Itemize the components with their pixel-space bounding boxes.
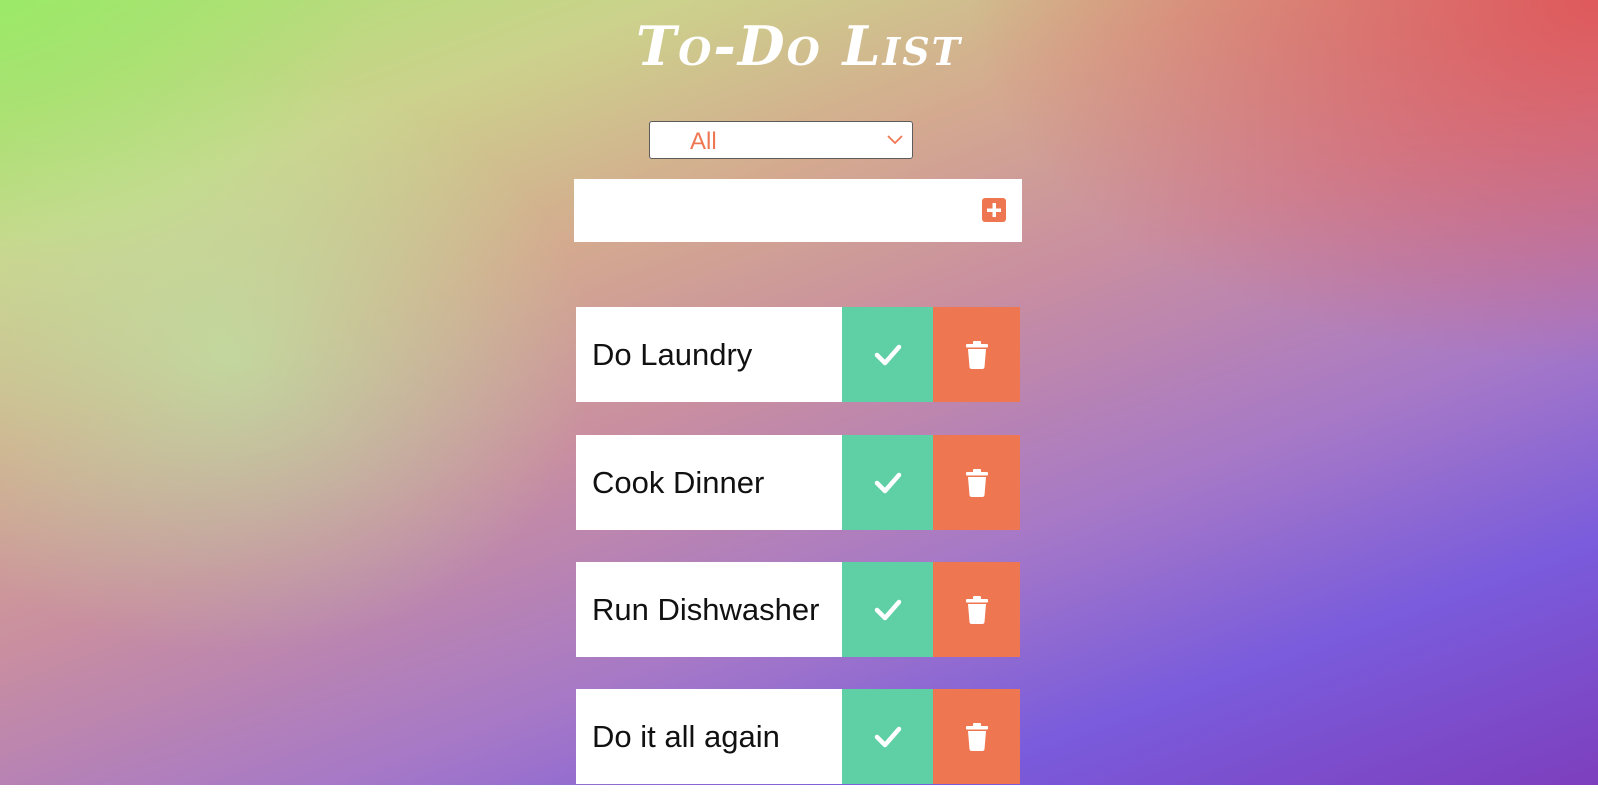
todo-text: Do Laundry xyxy=(576,307,842,402)
todo-text: Run Dishwasher xyxy=(576,562,842,657)
trash-icon xyxy=(965,595,988,624)
new-todo-form xyxy=(574,179,1022,242)
check-icon xyxy=(874,472,901,493)
todo-item: Do Laundry xyxy=(576,307,1020,402)
filter-selected-value: All xyxy=(690,128,717,155)
todo-item: Run Dishwasher xyxy=(576,562,1020,657)
check-icon xyxy=(874,344,901,365)
delete-button[interactable] xyxy=(933,562,1020,657)
check-icon xyxy=(874,599,901,620)
todo-text: Cook Dinner xyxy=(576,435,842,530)
complete-button[interactable] xyxy=(842,562,933,657)
complete-button[interactable] xyxy=(842,435,933,530)
page-title: To-Do List xyxy=(636,14,962,78)
todo-item: Do it all again xyxy=(576,689,1020,784)
trash-icon xyxy=(965,340,988,369)
plus-square-icon xyxy=(987,203,1001,217)
todo-item: Cook Dinner xyxy=(576,435,1020,530)
chevron-down-icon xyxy=(887,135,903,145)
trash-icon xyxy=(965,468,988,497)
todo-text: Do it all again xyxy=(576,689,842,784)
filter-select[interactable]: All xyxy=(649,121,913,159)
complete-button[interactable] xyxy=(842,689,933,784)
delete-button[interactable] xyxy=(933,435,1020,530)
trash-icon xyxy=(965,722,988,751)
add-todo-button[interactable] xyxy=(982,198,1006,222)
delete-button[interactable] xyxy=(933,689,1020,784)
delete-button[interactable] xyxy=(933,307,1020,402)
new-todo-input[interactable] xyxy=(574,179,964,242)
check-icon xyxy=(874,726,901,747)
complete-button[interactable] xyxy=(842,307,933,402)
